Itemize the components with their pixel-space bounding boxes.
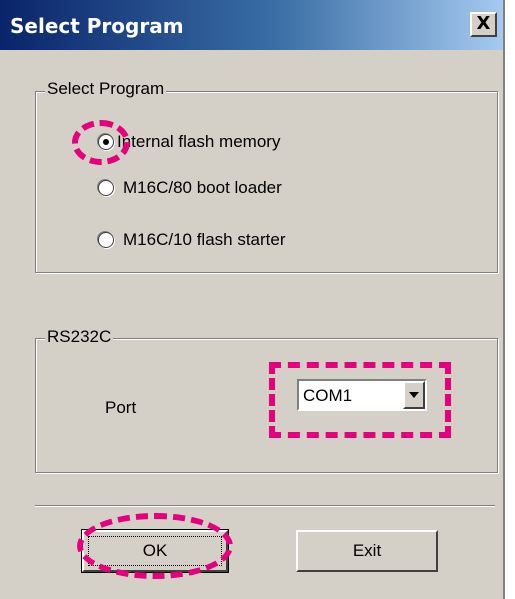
highlight-port <box>269 362 451 438</box>
select-program-dialog: Select Program X Select Program Internal… <box>0 0 505 599</box>
rs232c-legend: RS232C <box>45 327 114 347</box>
divider <box>35 505 495 507</box>
highlight-ok <box>77 513 233 579</box>
radio-m16c10-flash-starter[interactable]: M16C/10 flash starter <box>98 230 286 250</box>
close-button[interactable]: X <box>470 12 497 37</box>
exit-button[interactable]: Exit <box>296 530 438 572</box>
exit-button-label: Exit <box>352 541 382 560</box>
radio-m16c10-label: M16C/10 flash starter <box>123 230 286 249</box>
radio-m16c80-button[interactable] <box>98 180 114 196</box>
window-title: Select Program <box>10 14 184 38</box>
radio-internal-flash-label: Internal flash memory <box>117 132 281 151</box>
port-label: Port <box>105 398 137 417</box>
highlight-radio <box>72 120 130 165</box>
select-program-legend: Select Program <box>45 79 167 99</box>
title-bar[interactable]: Select Program X <box>0 0 503 50</box>
radio-m16c80-boot-loader[interactable]: M16C/80 boot loader <box>98 178 282 198</box>
radio-m16c10-button[interactable] <box>98 232 114 248</box>
radio-m16c80-label: M16C/80 boot loader <box>123 178 282 197</box>
